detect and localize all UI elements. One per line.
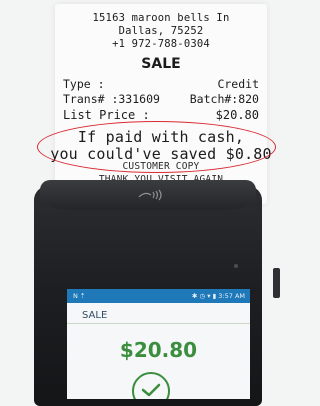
receipt-batch-label: Batch#:820	[189, 92, 259, 106]
receipt-list-price-row: List Price : $20.80	[63, 108, 259, 122]
receipt-list-price-value: $20.80	[215, 108, 259, 122]
receipt: 15163 maroon bells In Dallas, 75252 +1 9…	[50, 4, 272, 204]
receipt-type-value: Credit	[217, 77, 259, 91]
status-icons-left: N ⇡	[73, 292, 86, 300]
check-icon	[132, 372, 170, 399]
status-bar-right: ✱ ◷ ▾ ▮ 3:57 AM	[192, 292, 245, 300]
receipt-address-line2: Dallas, 75252	[118, 25, 204, 37]
receipt-type-row: Type : Credit	[63, 77, 259, 91]
receipt-type-label: Type :	[63, 77, 105, 91]
receipt-title: SALE	[141, 56, 181, 72]
status-icons-right: ✱ ◷ ▾ ▮	[192, 292, 217, 300]
app-bar: SALE	[67, 303, 250, 324]
camera-icon	[234, 264, 238, 268]
side-button[interactable]	[273, 268, 280, 298]
receipt-copy-label: CUSTOMER COPY	[122, 161, 200, 172]
receipt-trans-label: Trans# :331609	[63, 92, 160, 106]
sale-amount: $20.80	[119, 338, 198, 362]
receipt-trans-row: Trans# :331609 Batch#:820	[63, 92, 259, 106]
contactless-icon	[135, 188, 165, 202]
receipt-address-line1: 15163 maroon bells In	[92, 12, 230, 24]
receipt-phone: +1 972-788-0304	[112, 38, 210, 50]
status-bar: N ⇡ ✱ ◷ ▾ ▮ 3:57 AM	[67, 289, 250, 303]
status-time: 3:57 AM	[218, 292, 245, 300]
terminal-screen: N ⇡ ✱ ◷ ▾ ▮ 3:57 AM SALE $20.80	[67, 289, 250, 399]
screen-title: SALE	[82, 310, 108, 321]
photo-scene: 15163 maroon bells In Dallas, 75252 +1 9…	[0, 0, 302, 406]
receipt-cash-line1: If paid with cash,	[77, 128, 245, 146]
receipt-list-price-label: List Price :	[63, 108, 150, 122]
